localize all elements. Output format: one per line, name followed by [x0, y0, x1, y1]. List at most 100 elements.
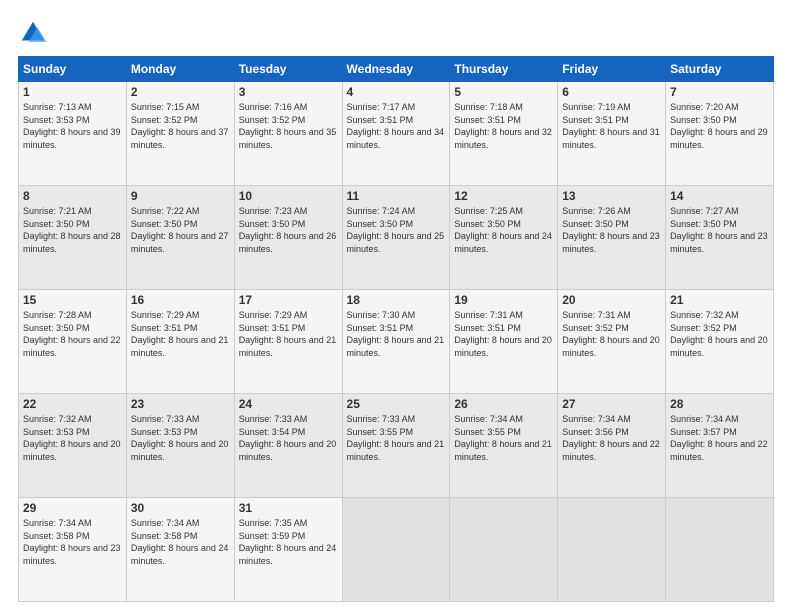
day-number: 6 [562, 85, 661, 99]
calendar-cell-11: 11Sunrise: 7:24 AMSunset: 3:50 PMDayligh… [342, 186, 450, 290]
calendar-cell-8: 8Sunrise: 7:21 AMSunset: 3:50 PMDaylight… [19, 186, 127, 290]
cell-text: Sunrise: 7:34 AMSunset: 3:55 PMDaylight:… [454, 414, 552, 462]
calendar-cell-22: 22 Sunrise: 7:32 AMSunset: 3:53 PMDayligh… [19, 394, 127, 498]
day-number: 21 [670, 293, 769, 307]
calendar-cell-empty [342, 498, 450, 602]
calendar-cell-10: 10Sunrise: 7:23 AMSunset: 3:50 PMDayligh… [234, 186, 342, 290]
cell-text: Sunrise: 7:30 AMSunset: 3:51 PMDaylight:… [347, 310, 445, 358]
cell-text: Sunrise: 7:34 AMSunset: 3:58 PMDaylight:… [23, 518, 121, 566]
day-number: 26 [454, 397, 553, 411]
cell-text: Sunrise: 7:32 AMSunset: 3:53 PMDaylight:… [23, 414, 121, 462]
logo [18, 18, 52, 48]
cell-text: Sunrise: 7:20 AMSunset: 3:50 PMDaylight:… [670, 102, 768, 150]
cell-text: Sunrise: 7:27 AMSunset: 3:50 PMDaylight:… [670, 206, 768, 254]
cell-text: Sunrise: 7:31 AMSunset: 3:51 PMDaylight:… [454, 310, 552, 358]
day-number: 14 [670, 189, 769, 203]
calendar-cell-27: 27 Sunrise: 7:34 AMSunset: 3:56 PMDayligh… [558, 394, 666, 498]
calendar-cell-25: 25 Sunrise: 7:33 AMSunset: 3:55 PMDayligh… [342, 394, 450, 498]
calendar-cell-31: 31 Sunrise: 7:35 AMSunset: 3:59 PMDayligh… [234, 498, 342, 602]
cell-text: Sunrise: 7:32 AMSunset: 3:52 PMDaylight:… [670, 310, 768, 358]
day-number: 1 [23, 85, 122, 99]
calendar-cell-17: 17 Sunrise: 7:29 AMSunset: 3:51 PMDayligh… [234, 290, 342, 394]
day-number: 19 [454, 293, 553, 307]
day-number: 13 [562, 189, 661, 203]
calendar-cell-5: 5 Sunrise: 7:18 AMSunset: 3:51 PMDaylight… [450, 82, 558, 186]
calendar-cell-1: 1Sunrise: 7:13 AMSunset: 3:53 PMDaylight… [19, 82, 127, 186]
day-number: 4 [347, 85, 446, 99]
dow-header-sunday: Sunday [19, 57, 127, 82]
calendar-cell-28: 28Sunrise: 7:34 AMSunset: 3:57 PMDayligh… [666, 394, 774, 498]
cell-text: Sunrise: 7:34 AMSunset: 3:56 PMDaylight:… [562, 414, 660, 462]
calendar-cell-empty [558, 498, 666, 602]
cell-text: Sunrise: 7:29 AMSunset: 3:51 PMDaylight:… [131, 310, 229, 358]
header [18, 18, 774, 48]
calendar-week-4: 22 Sunrise: 7:32 AMSunset: 3:53 PMDayligh… [19, 394, 774, 498]
cell-text: Sunrise: 7:34 AMSunset: 3:57 PMDaylight:… [670, 414, 768, 462]
day-number: 9 [131, 189, 230, 203]
dow-header-friday: Friday [558, 57, 666, 82]
cell-text: Sunrise: 7:29 AMSunset: 3:51 PMDaylight:… [239, 310, 337, 358]
cell-text: Sunrise: 7:24 AMSunset: 3:50 PMDaylight:… [347, 206, 445, 254]
calendar-cell-13: 13 Sunrise: 7:26 AMSunset: 3:50 PMDayligh… [558, 186, 666, 290]
cell-text: Sunrise: 7:31 AMSunset: 3:52 PMDaylight:… [562, 310, 660, 358]
day-number: 18 [347, 293, 446, 307]
calendar-cell-29: 29 Sunrise: 7:34 AMSunset: 3:58 PMDayligh… [19, 498, 127, 602]
day-number: 27 [562, 397, 661, 411]
day-number: 31 [239, 501, 338, 515]
day-number: 8 [23, 189, 122, 203]
calendar-table: SundayMondayTuesdayWednesdayThursdayFrid… [18, 56, 774, 602]
calendar-cell-12: 12 Sunrise: 7:25 AMSunset: 3:50 PMDayligh… [450, 186, 558, 290]
calendar-cell-16: 16 Sunrise: 7:29 AMSunset: 3:51 PMDayligh… [126, 290, 234, 394]
cell-text: Sunrise: 7:15 AMSunset: 3:52 PMDaylight:… [131, 102, 229, 150]
day-number: 24 [239, 397, 338, 411]
cell-text: Sunrise: 7:16 AMSunset: 3:52 PMDaylight:… [239, 102, 337, 150]
cell-text: Sunrise: 7:35 AMSunset: 3:59 PMDaylight:… [239, 518, 337, 566]
cell-text: Sunrise: 7:28 AMSunset: 3:50 PMDaylight:… [23, 310, 121, 358]
cell-text: Sunrise: 7:33 AMSunset: 3:54 PMDaylight:… [239, 414, 337, 462]
calendar-cell-empty [666, 498, 774, 602]
day-number: 7 [670, 85, 769, 99]
day-number: 25 [347, 397, 446, 411]
logo-icon [18, 18, 48, 48]
calendar-cell-7: 7 Sunrise: 7:20 AMSunset: 3:50 PMDaylight… [666, 82, 774, 186]
cell-text: Sunrise: 7:17 AMSunset: 3:51 PMDaylight:… [347, 102, 445, 150]
day-number: 29 [23, 501, 122, 515]
calendar-week-3: 15 Sunrise: 7:28 AMSunset: 3:50 PMDayligh… [19, 290, 774, 394]
cell-text: Sunrise: 7:25 AMSunset: 3:50 PMDaylight:… [454, 206, 552, 254]
calendar-week-1: 1Sunrise: 7:13 AMSunset: 3:53 PMDaylight… [19, 82, 774, 186]
cell-text: Sunrise: 7:33 AMSunset: 3:53 PMDaylight:… [131, 414, 229, 462]
calendar-week-2: 8Sunrise: 7:21 AMSunset: 3:50 PMDaylight… [19, 186, 774, 290]
cell-text: Sunrise: 7:34 AMSunset: 3:58 PMDaylight:… [131, 518, 229, 566]
day-number: 5 [454, 85, 553, 99]
cell-text: Sunrise: 7:23 AMSunset: 3:50 PMDaylight:… [239, 206, 337, 254]
cell-text: Sunrise: 7:19 AMSunset: 3:51 PMDaylight:… [562, 102, 660, 150]
calendar-cell-21: 21 Sunrise: 7:32 AMSunset: 3:52 PMDayligh… [666, 290, 774, 394]
day-number: 16 [131, 293, 230, 307]
calendar-cell-23: 23 Sunrise: 7:33 AMSunset: 3:53 PMDayligh… [126, 394, 234, 498]
dow-header-thursday: Thursday [450, 57, 558, 82]
day-number: 3 [239, 85, 338, 99]
day-number: 22 [23, 397, 122, 411]
day-number: 20 [562, 293, 661, 307]
calendar-cell-19: 19 Sunrise: 7:31 AMSunset: 3:51 PMDayligh… [450, 290, 558, 394]
dow-header-tuesday: Tuesday [234, 57, 342, 82]
day-number: 23 [131, 397, 230, 411]
calendar-cell-20: 20 Sunrise: 7:31 AMSunset: 3:52 PMDayligh… [558, 290, 666, 394]
cell-text: Sunrise: 7:33 AMSunset: 3:55 PMDaylight:… [347, 414, 445, 462]
calendar-cell-24: 24 Sunrise: 7:33 AMSunset: 3:54 PMDayligh… [234, 394, 342, 498]
dow-header-saturday: Saturday [666, 57, 774, 82]
calendar-cell-30: 30 Sunrise: 7:34 AMSunset: 3:58 PMDayligh… [126, 498, 234, 602]
day-number: 12 [454, 189, 553, 203]
calendar-week-5: 29 Sunrise: 7:34 AMSunset: 3:58 PMDayligh… [19, 498, 774, 602]
cell-text: Sunrise: 7:18 AMSunset: 3:51 PMDaylight:… [454, 102, 552, 150]
calendar-cell-26: 26 Sunrise: 7:34 AMSunset: 3:55 PMDayligh… [450, 394, 558, 498]
calendar-cell-15: 15 Sunrise: 7:28 AMSunset: 3:50 PMDayligh… [19, 290, 127, 394]
day-number: 30 [131, 501, 230, 515]
day-of-week-row: SundayMondayTuesdayWednesdayThursdayFrid… [19, 57, 774, 82]
cell-text: Sunrise: 7:22 AMSunset: 3:50 PMDaylight:… [131, 206, 229, 254]
cell-text: Sunrise: 7:26 AMSunset: 3:50 PMDaylight:… [562, 206, 660, 254]
calendar-cell-empty [450, 498, 558, 602]
day-number: 15 [23, 293, 122, 307]
day-number: 17 [239, 293, 338, 307]
calendar-cell-4: 4 Sunrise: 7:17 AMSunset: 3:51 PMDaylight… [342, 82, 450, 186]
